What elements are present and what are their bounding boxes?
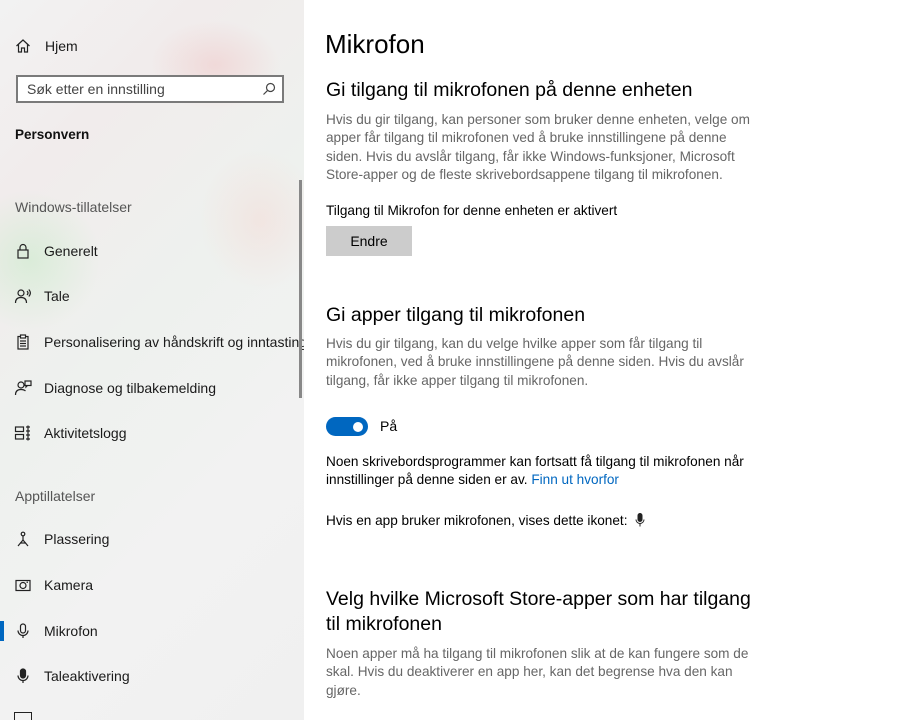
app-access-heading: Gi apper tilgang til mikrofonen (326, 304, 586, 326)
sidebar-scrollbar[interactable] (299, 180, 302, 398)
voice-activation-icon (14, 667, 32, 685)
desktop-apps-note: Noen skrivebordsprogrammer kan fortsatt … (326, 453, 766, 490)
sidebar-item-aktivitetslogg[interactable]: Aktivitetslogg (0, 413, 304, 453)
change-button[interactable]: Endre (326, 226, 412, 256)
sidebar-item-label: Diagnose og tilbakemelding (44, 380, 216, 396)
lock-icon (14, 242, 32, 260)
icon-note-text: Hvis en app bruker mikrofonen, vises det… (326, 513, 628, 528)
device-access-status: Tilgang til Mikrofon for denne enheten e… (326, 203, 618, 218)
sidebar-item-label: Mikrofon (44, 623, 98, 639)
search-box[interactable] (16, 75, 284, 103)
description-line: Hvis du gir tilgang, kan personer som br… (326, 112, 750, 127)
sidebar-item-label: Taleaktivering (44, 668, 130, 684)
sidebar: Hjem Personvern Windows-tillatelser Gene… (0, 0, 304, 720)
note-line: Noen skrivebordsprogrammer kan fortsatt … (326, 454, 744, 469)
sidebar-item-label: Tale (44, 288, 70, 304)
app-access-description: Hvis du gir tilgang, kan du velge hvilke… (326, 335, 756, 390)
sidebar-item-generelt[interactable]: Generelt (0, 231, 304, 271)
device-access-description: Hvis du gir tilgang, kan personer som br… (326, 111, 756, 184)
description-line: Noen apper må ha tilgang til mikrofonen … (326, 646, 749, 661)
sidebar-item-plassering[interactable]: Plassering (0, 519, 304, 559)
category-title: Personvern (15, 127, 90, 142)
home-icon (14, 37, 32, 55)
microphone-icon (14, 622, 32, 640)
sidebar-item-label: Generelt (44, 243, 98, 259)
sidebar-item-label: Plassering (44, 531, 110, 547)
description-line: gjøre. (326, 682, 361, 698)
learn-why-link[interactable]: Finn ut hvorfor (531, 472, 619, 487)
toggle-knob (353, 421, 363, 432)
store-apps-heading: Velg hvilke Microsoft Store-apper som ha… (326, 587, 751, 637)
speech-icon (14, 287, 32, 305)
search-icon[interactable] (262, 82, 276, 96)
description-line: skal. Hvis du deaktiverer en app her, ka… (326, 664, 733, 680)
sidebar-item-tale[interactable]: Tale (0, 276, 304, 316)
sidebar-item-label: Aktivitetslogg (44, 425, 127, 441)
sidebar-item-handskrift[interactable]: Personalisering av håndskrift og inntast… (0, 322, 304, 362)
description-line: apper får tilgang til mikrofonen ved å b… (326, 130, 727, 146)
description-line: tilgang, får ikke apper tilgang til mikr… (326, 372, 589, 388)
search-input[interactable] (18, 77, 267, 101)
description-line: Store-apper og de fleste skrivebordsappe… (326, 166, 723, 182)
sidebar-item-kamera[interactable]: Kamera (0, 565, 304, 605)
main-content: Mikrofon Gi tilgang til mikrofonen på de… (304, 0, 916, 720)
sidebar-item-label: Kamera (44, 577, 94, 593)
description-line: mikrofonen, ved å bruke innstillingene p… (326, 354, 744, 370)
next-item-icon (14, 712, 32, 720)
description-line: Hvis du gir tilgang, kan du velge hvilke… (326, 336, 703, 351)
sidebar-item-label: Hjem (45, 38, 78, 54)
camera-icon (14, 576, 32, 594)
location-icon (14, 530, 32, 548)
sidebar-item-diagnose[interactable]: Diagnose og tilbakemelding (0, 368, 304, 408)
toggle-label: På (380, 418, 398, 434)
device-access-heading: Gi tilgang til mikrofonen på denne enhet… (326, 79, 693, 101)
mic-icon-note: Hvis en app bruker mikrofonen, vises det… (326, 512, 645, 530)
page-title: Mikrofon (325, 29, 425, 59)
store-apps-description: Noen apper må ha tilgang til mikrofonen … (326, 645, 756, 700)
heading-line: Velg hvilke Microsoft Store-apper som ha… (326, 588, 751, 610)
description-line: siden. Hvis du avslår tilgang, får ikke … (326, 148, 735, 164)
section-app-permissions: Apptillatelser (15, 488, 96, 504)
section-windows-permissions: Windows-tillatelser (15, 199, 132, 215)
sidebar-item-label: Personalisering av håndskrift og inntast… (44, 334, 304, 350)
sidebar-item-mikrofon[interactable]: Mikrofon (0, 611, 304, 651)
clipboard-icon (14, 333, 32, 351)
app-access-toggle[interactable] (326, 417, 368, 436)
microphone-in-use-icon (635, 513, 645, 527)
sidebar-item-home[interactable]: Hjem (0, 26, 304, 66)
heading-line: til mikrofonen (326, 613, 442, 635)
timeline-icon (14, 424, 32, 442)
feedback-icon (14, 379, 32, 397)
sidebar-item-taleaktivering[interactable]: Taleaktivering (0, 656, 304, 696)
note-line: innstillinger på denne siden er av. (326, 472, 528, 488)
